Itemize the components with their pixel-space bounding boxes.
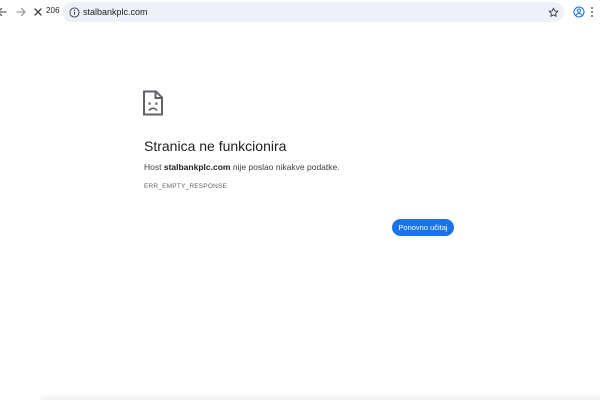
- error-message-suffix: nije poslao nikakve podatke.: [230, 162, 340, 172]
- arrow-right-icon[interactable]: [13, 4, 29, 20]
- error-page: Stranica ne funkcionira Host stalbankplc…: [0, 24, 600, 400]
- address-bar[interactable]: stalbankplc.com: [62, 2, 564, 22]
- arrow-left-icon[interactable]: [0, 4, 10, 20]
- bottom-shadow: [40, 392, 600, 400]
- browser-toolbar: 206 stalbankplc.com: [0, 0, 600, 24]
- error-message: Host stalbankplc.com nije poslao nikakve…: [144, 162, 340, 172]
- star-icon[interactable]: [546, 5, 560, 19]
- url-text[interactable]: stalbankplc.com: [83, 7, 148, 17]
- info-icon[interactable]: [68, 6, 80, 18]
- reload-button[interactable]: Ponovno učitaj: [392, 219, 454, 236]
- error-message-prefix: Host: [144, 162, 164, 172]
- error-title: Stranica ne funkcionira: [144, 138, 287, 154]
- more-vertical-icon[interactable]: [588, 4, 596, 20]
- sad-page-icon: [142, 90, 164, 116]
- account-circle-icon[interactable]: [571, 4, 587, 20]
- close-icon[interactable]: [30, 4, 46, 20]
- error-code: ERR_EMPTY_RESPONSE: [144, 183, 228, 190]
- tab-count[interactable]: 206: [46, 6, 60, 15]
- error-host: stalbankplc.com: [163, 162, 231, 172]
